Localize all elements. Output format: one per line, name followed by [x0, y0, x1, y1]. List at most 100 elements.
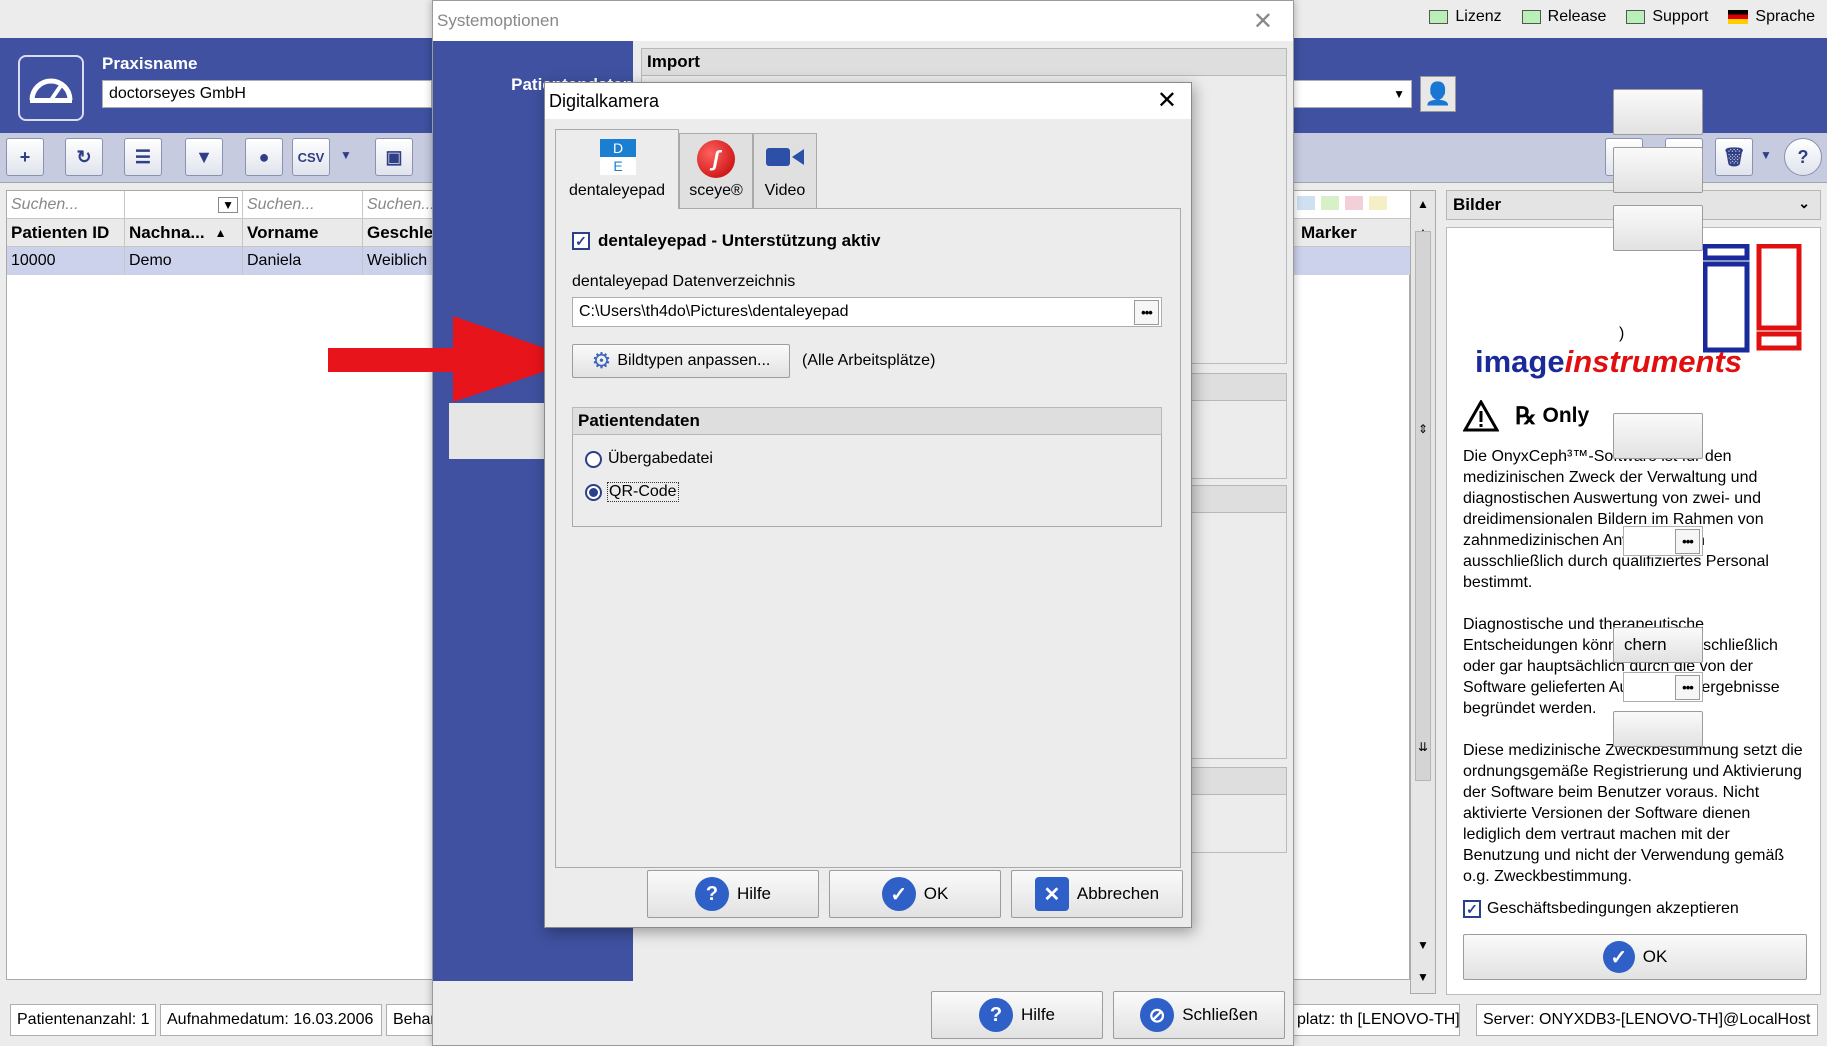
accept-terms-row[interactable]: ✓ Geschäftsbedingungen akzeptieren	[1463, 900, 1739, 918]
tab-video[interactable]: Video	[753, 133, 817, 209]
user-search-icon[interactable]: 👤	[1420, 76, 1456, 112]
accept-terms-checkbox[interactable]: ✓	[1463, 900, 1481, 918]
row-vorname: Daniela	[243, 247, 363, 275]
flag-yellow-icon[interactable]	[1369, 196, 1387, 210]
radio-uebergabedatei-row[interactable]: Übergabedatei	[585, 450, 713, 468]
scroll-bottom-icon[interactable]: ▼	[1411, 966, 1435, 988]
help-icon[interactable]: ?	[1784, 138, 1822, 176]
release-status-icon	[1521, 10, 1541, 24]
support-active-row[interactable]: ✓ dentaleyepad - Unterstützung aktiv	[572, 231, 880, 251]
accept-terms-label: Geschäftsbedingungen akzeptieren	[1487, 900, 1739, 917]
col-patienten-id[interactable]: Patienten ID	[7, 219, 125, 247]
tab-dentaleyepad[interactable]: D E dentaleyepad	[555, 129, 679, 209]
trash-icon[interactable]: 🗑	[1715, 138, 1753, 176]
release-label: Release	[1547, 8, 1607, 25]
col-nachname[interactable]: Nachna... ▲	[125, 219, 243, 247]
bildtypen-anpassen-button[interactable]: ⚙ Bildtypen anpassen...	[572, 344, 790, 378]
close-icon[interactable]: ✕	[1253, 7, 1273, 36]
flag-red-icon[interactable]	[1345, 196, 1363, 210]
schliessen-button[interactable]: ⊘ Schließen	[1113, 991, 1285, 1039]
search-geschlecht-input[interactable]: Suchen...	[363, 191, 439, 219]
support-link[interactable]: Support	[1626, 8, 1708, 26]
patients-icon[interactable]: ●	[245, 138, 283, 176]
list-icon[interactable]: ☰	[124, 138, 162, 176]
dialog-ok-button[interactable]: ✓ OK	[829, 870, 1001, 918]
tab-sceye[interactable]: ʃ sceye®	[679, 133, 753, 209]
warning-icon	[1463, 400, 1499, 432]
csv-dropdown-arrow-icon[interactable]: ▼	[340, 148, 352, 162]
col-marker[interactable]: Marker	[1297, 219, 1411, 247]
dentaleyepad-icon-letter-e: E	[600, 157, 636, 175]
csv-export-icon[interactable]: CSV	[292, 138, 330, 176]
browse-icon[interactable]: •••	[1675, 528, 1700, 554]
browse-icon[interactable]: •••	[1675, 674, 1700, 700]
tab-dentaleyepad-label: dentaleyepad	[568, 182, 666, 199]
data-directory-input[interactable]: C:\Users\th4do\Pictures\dentaleyepad •••	[572, 297, 1162, 327]
dentaleyepad-icon: D E	[600, 139, 636, 175]
speichern-label: chern	[1624, 635, 1667, 654]
add-patient-icon[interactable]: +	[6, 138, 44, 176]
browse-directory-icon[interactable]: •••	[1134, 299, 1159, 325]
support-active-checkbox[interactable]: ✓	[572, 232, 590, 250]
praxis-name-field[interactable]: doctorseyes GmbH	[102, 80, 432, 108]
status-patient-count: Patientenanzahl: 1	[10, 1004, 156, 1036]
collapse-chevron-icon[interactable]: ⌄	[1798, 195, 1810, 212]
digitalkamera-dialog: Digitalkamera ✕ D E dentaleyepad ʃ sceye…	[544, 82, 1192, 928]
patientendaten-section: Übergabedatei QR-Code	[572, 435, 1162, 527]
row-patienten-id: 10000	[7, 247, 125, 275]
user-select[interactable]: ▼	[1290, 80, 1412, 108]
flag-green-icon[interactable]	[1321, 196, 1339, 210]
marker-flags[interactable]	[1297, 196, 1387, 210]
col-nachname-label: Nachna...	[129, 223, 205, 242]
release-link[interactable]: Release	[1521, 8, 1607, 26]
section-3-button[interactable]	[1613, 711, 1703, 747]
radio-uebergabedatei[interactable]	[585, 450, 602, 468]
import-button-2[interactable]	[1613, 147, 1703, 193]
open-record-icon[interactable]: ▣	[375, 138, 413, 176]
sort-asc-icon: ▲	[214, 226, 227, 240]
dentaleyepad-icon-letter-d: D	[600, 139, 636, 157]
section-2-button[interactable]	[1613, 413, 1703, 459]
systemoptionen-hilfe-button[interactable]: ? Hilfe	[931, 991, 1103, 1039]
radio-qrcode[interactable]	[585, 483, 602, 501]
radio-qrcode-label: QR-Code	[607, 482, 679, 502]
scroll-page-down-icon[interactable]: ⇊	[1411, 736, 1435, 758]
no-entry-icon: ⊘	[1140, 998, 1175, 1032]
status-aufnahmedatum: Aufnahmedatum: 16.03.2006	[160, 1004, 382, 1036]
filter-icon[interactable]: ▼	[185, 138, 223, 176]
red-arrow-annotation	[328, 316, 579, 402]
search-vorname-input[interactable]: Suchen...	[243, 191, 363, 219]
terms-ok-button[interactable]: ✓ OK	[1463, 934, 1807, 980]
import-button-1[interactable]	[1613, 89, 1703, 135]
radio-qrcode-row[interactable]: QR-Code	[585, 482, 679, 502]
language-link[interactable]: Sprache	[1728, 8, 1815, 26]
dialog-hilfe-button[interactable]: ? Hilfe	[647, 870, 819, 918]
flag-blue-icon[interactable]	[1297, 196, 1315, 210]
bilder-panel: imageinstruments ℞ Only Die OnyxCeph³™-S…	[1446, 227, 1821, 995]
speichern-button[interactable]: chern	[1613, 627, 1703, 663]
scroll-down-icon[interactable]: ▼	[1411, 934, 1435, 956]
bilder-title: Bilder	[1453, 195, 1502, 214]
scroll-thumb[interactable]	[1415, 231, 1431, 781]
rx-only-row: ℞ Only	[1463, 400, 1589, 432]
systemoptionen-title: Systemoptionen	[437, 11, 559, 30]
search-id-input[interactable]: Suchen...	[7, 191, 125, 219]
path-field-1[interactable]: •••	[1623, 526, 1703, 556]
dialog-hilfe-label: Hilfe	[736, 884, 771, 903]
vertical-scrollbar[interactable]: ▲ ▲ ⇕ ⇊ ▼ ▼	[1410, 190, 1436, 994]
splitter-handle-icon[interactable]: ⇕	[1411, 418, 1435, 440]
search-name-dropdown[interactable]: ▼	[125, 191, 243, 219]
ok-check-icon: ✓	[881, 877, 916, 911]
dialog-close-icon[interactable]: ✕	[1157, 86, 1177, 115]
path-field-2[interactable]: •••	[1623, 672, 1703, 702]
license-link[interactable]: Lizenz	[1429, 8, 1502, 26]
refresh-icon[interactable]: ↻	[65, 138, 103, 176]
status-server: Server: ONYXDB3-[LENOVO-TH]@LocalHost	[1476, 1004, 1818, 1036]
col-geschlecht[interactable]: Geschle	[363, 219, 439, 247]
col-vorname[interactable]: Vorname	[243, 219, 363, 247]
trash-dropdown-arrow-icon[interactable]: ▼	[1760, 148, 1772, 162]
dialog-abbrechen-button[interactable]: ✕ Abbrechen	[1011, 870, 1183, 918]
scroll-top-icon[interactable]: ▲	[1411, 193, 1435, 215]
disclaimer-paragraph: Diese medizinische Zweckbestimmung setzt…	[1463, 742, 1803, 885]
import-button-3[interactable]	[1613, 205, 1703, 251]
